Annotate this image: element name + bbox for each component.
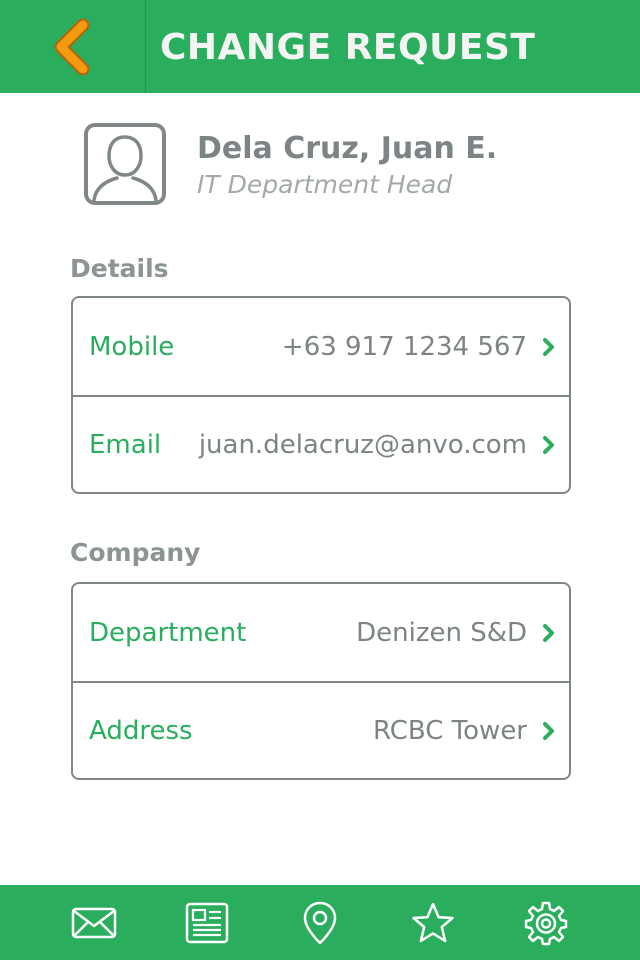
tab-favorites[interactable]: [408, 898, 458, 948]
company-card: Department Denizen S&D Address RCBC Towe…: [71, 582, 571, 780]
header-bar: CHANGE REQUEST: [0, 0, 640, 93]
row-value: Denizen S&D: [356, 617, 527, 648]
department-row[interactable]: Department Denizen S&D: [73, 584, 569, 681]
email-row[interactable]: Email juan.delacruz@anvo.com: [73, 395, 569, 492]
envelope-icon: [72, 907, 117, 938]
tab-news[interactable]: [182, 898, 232, 948]
row-value: juan.delacruz@anvo.com: [198, 429, 527, 460]
tab-messages[interactable]: [69, 898, 119, 948]
tab-bar: [0, 885, 640, 960]
profile-name: Dela Cruz, Juan E.: [197, 131, 498, 166]
row-label: Mobile: [89, 331, 175, 362]
newspaper-icon: [185, 902, 229, 943]
back-button[interactable]: [0, 0, 145, 93]
mobile-row[interactable]: Mobile +63 917 1234 567: [73, 298, 569, 395]
chevron-right-icon: [541, 337, 557, 357]
chevron-left-icon: [54, 18, 89, 75]
gear-icon: [524, 901, 567, 945]
row-label: Department: [89, 617, 247, 648]
address-row[interactable]: Address RCBC Tower: [73, 681, 569, 778]
chevron-right-icon: [541, 721, 557, 741]
details-heading: Details: [70, 254, 169, 283]
profile-job-title: IT Department Head: [197, 170, 453, 199]
tab-location[interactable]: [295, 898, 345, 948]
chevron-right-icon: [541, 623, 557, 643]
details-card: Mobile +63 917 1234 567 Email juan.delac…: [71, 296, 571, 494]
map-pin-icon: [303, 901, 337, 944]
star-icon: [412, 902, 454, 942]
row-value: RCBC Tower: [372, 715, 527, 746]
company-heading: Company: [70, 538, 201, 567]
profile-section: Dela Cruz, Juan E. IT Department Head: [84, 123, 584, 207]
tab-settings[interactable]: [521, 898, 571, 948]
row-label: Email: [89, 429, 162, 460]
chevron-right-icon: [541, 435, 557, 455]
row-label: Address: [89, 715, 193, 746]
page-title: CHANGE REQUEST: [160, 27, 536, 68]
person-avatar-icon[interactable]: [84, 123, 166, 205]
row-value: +63 917 1234 567: [281, 331, 527, 362]
header-divider: [145, 0, 146, 93]
